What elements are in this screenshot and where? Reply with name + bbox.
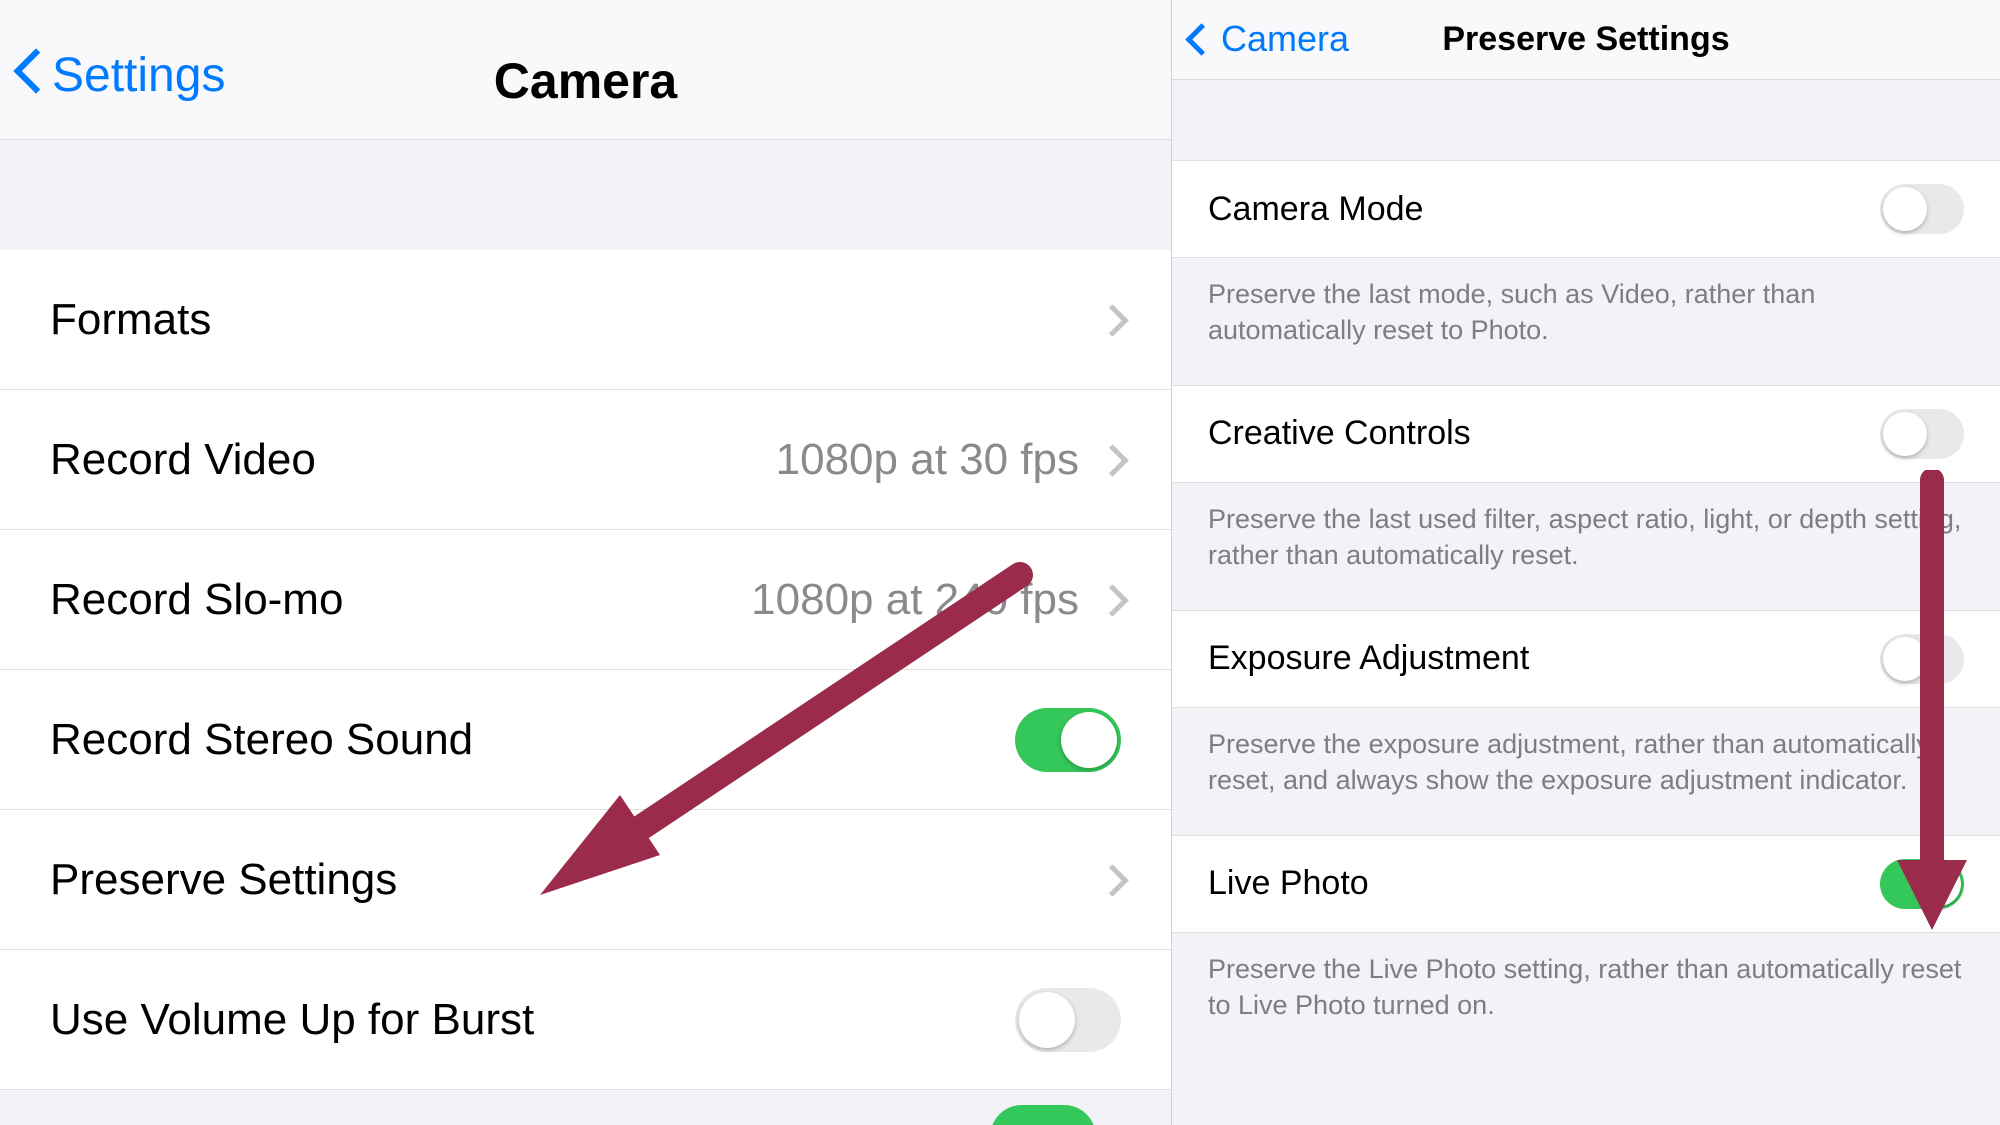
row-footer: Preserve the last used filter, aspect ra…: [1172, 483, 2000, 610]
row-label: Formats: [50, 295, 211, 345]
row-label: Exposure Adjustment: [1208, 639, 1529, 678]
row-volume-up-burst: Use Volume Up for Burst: [0, 950, 1171, 1090]
row-formats[interactable]: Formats: [0, 250, 1171, 390]
navbar: Settings Camera: [0, 0, 1171, 140]
row-preserve-settings[interactable]: Preserve Settings: [0, 810, 1171, 950]
page-title: Preserve Settings: [1442, 20, 1729, 59]
toggle-creative-controls[interactable]: [1880, 409, 1964, 459]
toggle-camera-mode[interactable]: [1880, 184, 1964, 234]
row-label: Creative Controls: [1208, 414, 1471, 453]
partial-toggle-peek: [990, 1105, 1096, 1125]
row-value: 1080p at 240 fps: [751, 575, 1079, 625]
row-label: Preserve Settings: [50, 855, 397, 905]
row-label: Use Volume Up for Burst: [50, 995, 534, 1045]
row-label: Live Photo: [1208, 864, 1369, 903]
row-record-slomo[interactable]: Record Slo-mo 1080p at 240 fps: [0, 530, 1171, 670]
row-value: 1080p at 30 fps: [776, 435, 1079, 485]
chevron-right-icon: [1101, 443, 1121, 477]
chevron-left-icon: [1190, 28, 1213, 51]
toggle-exposure-adjustment[interactable]: [1880, 634, 1964, 684]
toggle-volume-up-burst[interactable]: [1015, 988, 1121, 1052]
chevron-right-icon: [1101, 583, 1121, 617]
chevron-right-icon: [1101, 303, 1121, 337]
chevron-left-icon: [20, 55, 42, 97]
navbar: Camera Preserve Settings: [1172, 0, 2000, 80]
page-title: Camera: [494, 52, 677, 110]
camera-settings-panel: Settings Camera Formats Record Video 108…: [0, 0, 1172, 1125]
section-gap: [1172, 80, 2000, 160]
back-button[interactable]: Settings: [20, 48, 225, 103]
row-footer: Preserve the last mode, such as Video, r…: [1172, 258, 2000, 385]
row-record-stereo-sound: Record Stereo Sound: [0, 670, 1171, 810]
row-label: Record Video: [50, 435, 316, 485]
back-label: Settings: [52, 48, 225, 103]
row-record-video[interactable]: Record Video 1080p at 30 fps: [0, 390, 1171, 530]
section-gap: [0, 140, 1171, 250]
row-live-photo: Live Photo: [1172, 835, 2000, 933]
preserve-settings-panel: Camera Preserve Settings Camera Mode Pre…: [1172, 0, 2000, 1125]
row-camera-mode: Camera Mode: [1172, 160, 2000, 258]
back-label: Camera: [1221, 18, 1349, 60]
row-exposure-adjustment: Exposure Adjustment: [1172, 610, 2000, 708]
chevron-right-icon: [1101, 863, 1121, 897]
row-footer: Preserve the Live Photo setting, rather …: [1172, 933, 2000, 1060]
toggle-live-photo[interactable]: [1880, 859, 1964, 909]
row-label: Record Stereo Sound: [50, 715, 473, 765]
row-creative-controls: Creative Controls: [1172, 385, 2000, 483]
row-footer: Preserve the exposure adjustment, rather…: [1172, 708, 2000, 835]
row-label: Record Slo-mo: [50, 575, 343, 625]
row-label: Camera Mode: [1208, 190, 1423, 229]
back-button[interactable]: Camera: [1190, 18, 1349, 60]
toggle-record-stereo-sound[interactable]: [1015, 708, 1121, 772]
